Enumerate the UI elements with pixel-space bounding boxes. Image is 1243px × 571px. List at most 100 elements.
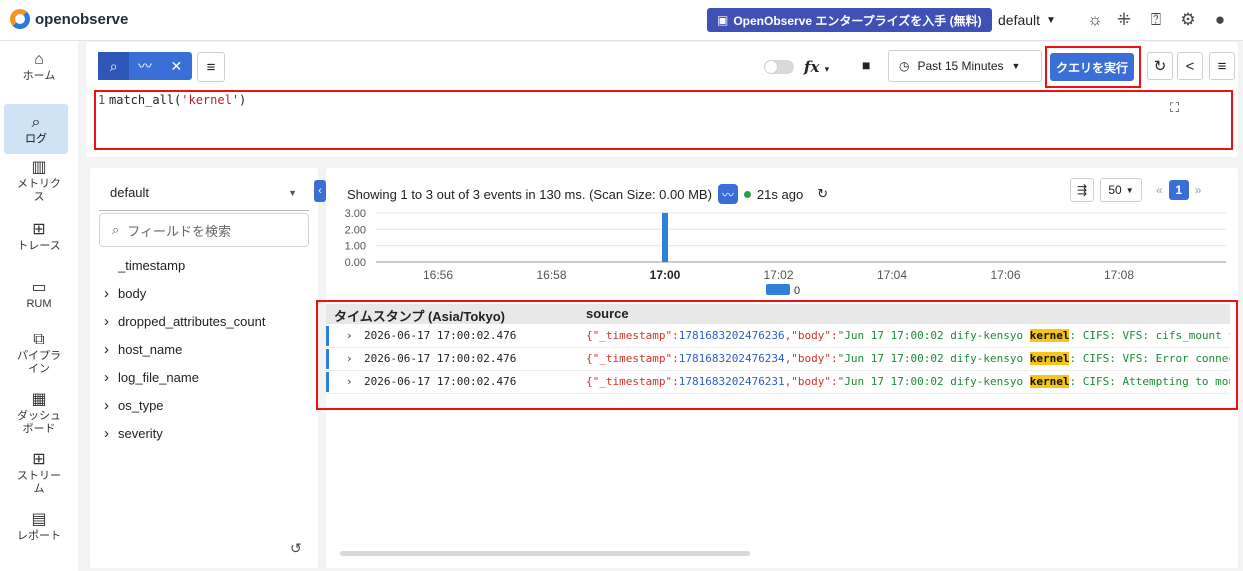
- sidebar-item-label: ダッシュボード: [17, 410, 61, 435]
- field-search-input[interactable]: ⌕ フィールドを検索: [99, 213, 309, 247]
- sql-mode-toggle[interactable]: [764, 60, 794, 74]
- search-mode-icon[interactable]: ⌕: [98, 52, 130, 80]
- query-editor[interactable]: 1 match_all('kernel'): [94, 90, 1233, 150]
- sidebar-item-stream[interactable]: ⊞ ストリーム: [0, 450, 78, 496]
- function-button[interactable]: fx ▾: [804, 58, 829, 76]
- stream-icon: ⊞: [32, 451, 46, 468]
- refresh-icon[interactable]: ↻: [1147, 52, 1173, 80]
- source-string: "Jun 17 17:00:02 dify-kensyo: [837, 329, 1030, 342]
- expand-row-icon[interactable]: ›: [346, 352, 353, 365]
- source-key: {"_timestamp":: [586, 375, 679, 388]
- user-icon[interactable]: ●: [1209, 9, 1231, 31]
- legend-swatch: [766, 284, 790, 295]
- theme-icon[interactable]: ☼: [1084, 9, 1106, 31]
- app-logo[interactable]: openobserve: [10, 9, 128, 29]
- table-row[interactable]: › 2026-06-17 17:00:02.476 {"_timestamp":17…: [326, 325, 1230, 348]
- org-selector[interactable]: default ▼: [998, 12, 1056, 28]
- collapse-fields-button[interactable]: ‹: [314, 180, 326, 202]
- sidebar-item-label: ログ: [25, 132, 47, 145]
- query-code[interactable]: match_all('kernel'): [109, 93, 246, 107]
- time-range-picker[interactable]: ◷ Past 15 Minutes ▼: [888, 50, 1042, 82]
- report-icon: ▤: [31, 511, 47, 528]
- source-string: "Jun 17 17:00:02 dify-kensyo: [837, 375, 1030, 388]
- org-name: default: [998, 12, 1041, 28]
- chevron-right-icon: ›: [104, 368, 109, 386]
- table-row[interactable]: › 2026-06-17 17:00:02.476 {"_timestamp":17…: [326, 348, 1230, 371]
- expand-row-icon[interactable]: ›: [346, 329, 353, 342]
- field-name: _timestamp: [118, 257, 186, 273]
- table-row[interactable]: › 2026-06-17 17:00:02.476 {"_timestamp":17…: [326, 371, 1230, 394]
- column-header-timestamp[interactable]: タイムスタンプ (Asia/Tokyo): [334, 306, 505, 325]
- current-page[interactable]: 1: [1168, 180, 1189, 200]
- table-header: タイムスタンプ (Asia/Tokyo) source: [326, 304, 1230, 324]
- first-page-icon[interactable]: «: [1156, 183, 1163, 197]
- field-item[interactable]: › log_file_name: [104, 367, 199, 387]
- help-icon[interactable]: ⍰: [1145, 9, 1167, 31]
- field-name: severity: [118, 425, 163, 441]
- sidebar-item-label: メトリクス: [17, 178, 61, 203]
- sidebar-item-home[interactable]: ⌂ ホーム: [0, 50, 78, 83]
- legend-label: 0: [794, 285, 800, 297]
- dashboard-icon: ▦: [31, 391, 47, 408]
- chevron-right-icon: ›: [104, 284, 109, 302]
- code-prefix: match_all(: [109, 93, 182, 107]
- pipeline-icon: ⧉: [33, 331, 45, 348]
- x-tick-label: 17:08: [1104, 268, 1134, 282]
- chevron-right-icon: ›: [104, 340, 109, 358]
- source-string: : CIFS: Attempting to mount //192.168.2: [1069, 375, 1230, 388]
- bar-chart-icon: ▥: [31, 159, 47, 176]
- stream-name: default: [110, 185, 150, 200]
- sidebar-item-pipeline[interactable]: ⧉ パイプライン: [0, 330, 78, 376]
- horizontal-scrollbar[interactable]: [340, 551, 750, 556]
- field-item[interactable]: › body: [104, 283, 146, 303]
- histogram-bar[interactable]: [662, 212, 668, 262]
- x-tick-label: 16:58: [536, 268, 566, 282]
- sidebar-item-device[interactable]: ▭ RUM: [0, 278, 78, 311]
- source-key: {"_timestamp":: [586, 329, 679, 342]
- expand-row-icon[interactable]: ›: [346, 375, 353, 388]
- clock-icon: ◷: [899, 59, 910, 73]
- sidebar-item-trace[interactable]: ⊞ トレース: [0, 220, 78, 253]
- more-menu-icon[interactable]: ≡: [1209, 52, 1235, 80]
- sidebar-item-dashboard[interactable]: ▦ ダッシュボード: [0, 390, 78, 436]
- search-icon: ⌕: [31, 113, 41, 131]
- sidebar-item-label: レポート: [17, 530, 61, 542]
- run-query-button[interactable]: クエリを実行: [1050, 53, 1134, 81]
- reset-icon[interactable]: ↺: [290, 540, 302, 557]
- code-suffix: ): [239, 93, 247, 107]
- field-item[interactable]: › host_name: [104, 339, 182, 359]
- save-icon[interactable]: ■: [862, 57, 870, 73]
- sidebar-item-label: ストリーム: [17, 470, 61, 495]
- logo-mark-icon: [10, 9, 30, 29]
- sidebar-item-search[interactable]: ⌕ ログ: [4, 104, 68, 154]
- row-timestamp: 2026-06-17 17:00:02.476: [364, 352, 517, 365]
- line-number: 1: [98, 93, 106, 107]
- sidebar-item-label: トレース: [17, 240, 61, 252]
- field-name: log_file_name: [118, 369, 199, 385]
- sidebar-item-label: ホーム: [22, 70, 56, 82]
- field-item[interactable]: › severity: [104, 423, 163, 443]
- source-string: : CIFS: VFS: Error connecting to socket: [1069, 352, 1230, 365]
- slack-icon[interactable]: ⁜: [1113, 9, 1135, 31]
- field-item[interactable]: _timestamp: [118, 255, 185, 275]
- share-icon[interactable]: <: [1177, 52, 1203, 80]
- field-item[interactable]: › dropped_attributes_count: [104, 311, 265, 331]
- field-item[interactable]: › os_type: [104, 395, 164, 415]
- settings-icon[interactable]: ⚙: [1177, 9, 1199, 31]
- stream-selector[interactable]: default ▼: [99, 175, 309, 211]
- chevron-right-icon: ›: [104, 396, 109, 414]
- enterprise-button[interactable]: ▣ OpenObserve エンタープライズを入手 (無料): [707, 8, 992, 32]
- sidebar-item-report[interactable]: ▤ レポート: [0, 510, 78, 543]
- histogram-mode-icon[interactable]: 〰: [129, 52, 160, 80]
- mode-toggle-group[interactable]: ⌕ 〰 ✕: [98, 52, 192, 80]
- caret-down-icon: ▼: [288, 187, 297, 198]
- x-tick-label: 16:56: [423, 268, 453, 282]
- live-status-dot: [743, 190, 751, 198]
- fullscreen-icon[interactable]: ⛶: [1170, 100, 1179, 116]
- column-header-source[interactable]: source: [586, 306, 629, 321]
- tools-mode-icon[interactable]: ✕: [161, 52, 192, 80]
- sidebar-item-bar-chart[interactable]: ▥ メトリクス: [0, 158, 78, 204]
- last-page-icon[interactable]: »: [1195, 183, 1202, 197]
- source-number: 1781683202476234: [678, 352, 785, 365]
- menu-icon[interactable]: ≡: [197, 52, 225, 82]
